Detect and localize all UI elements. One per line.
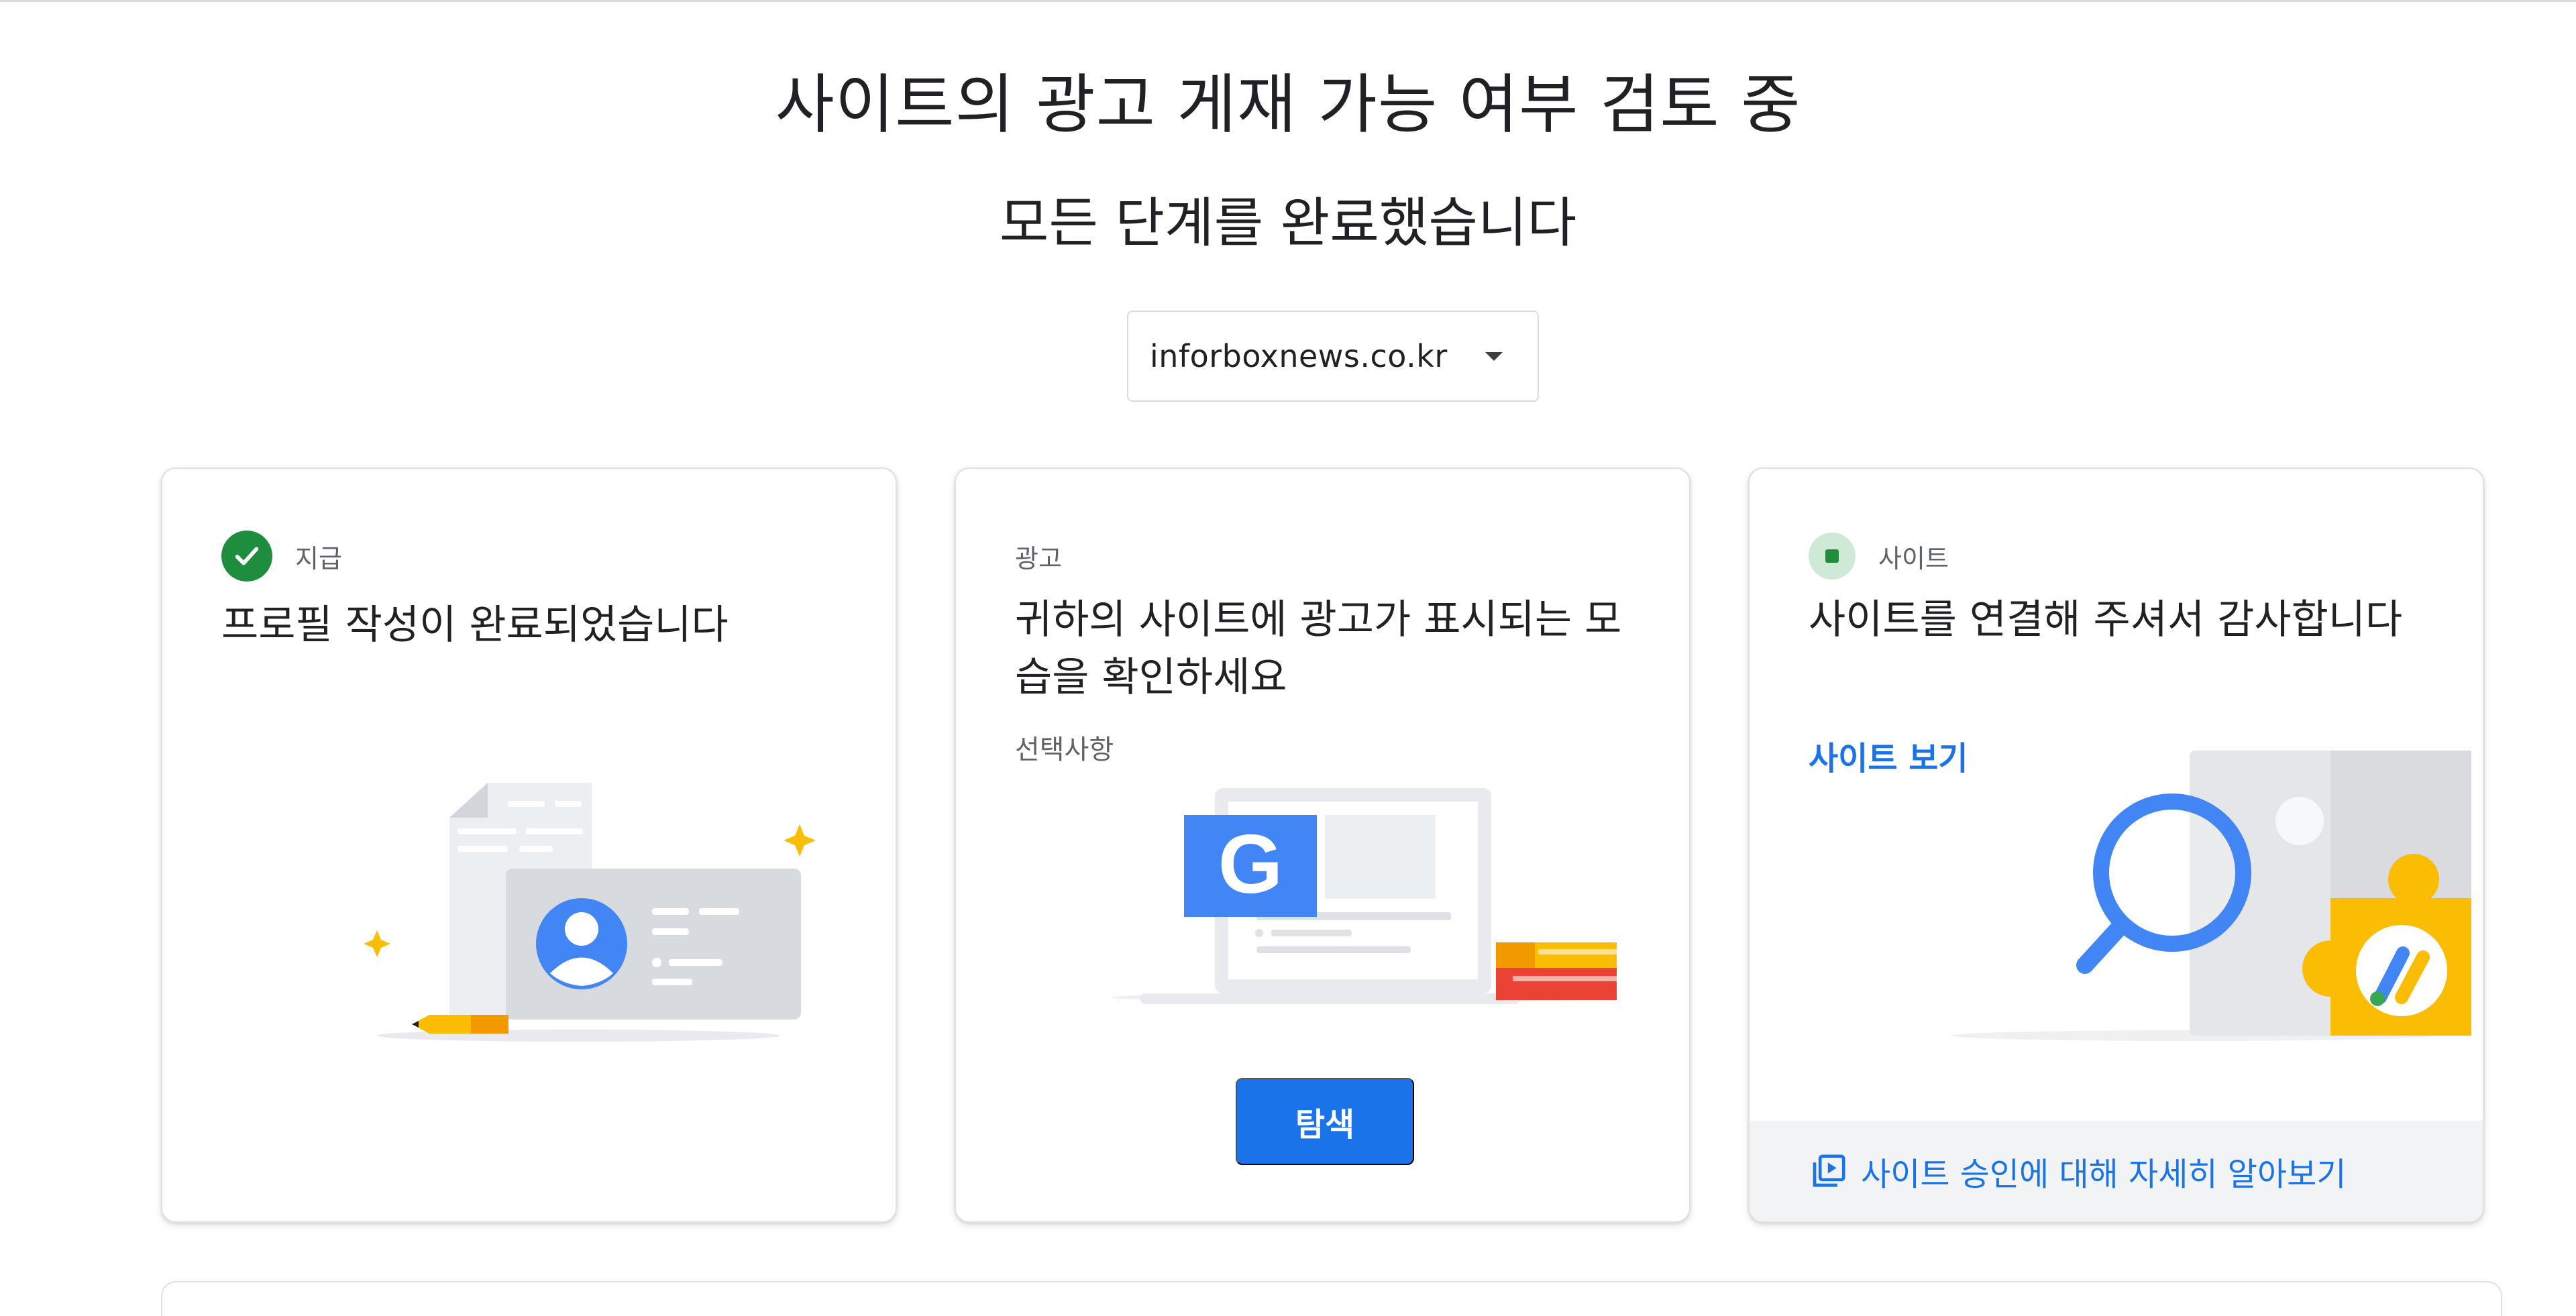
payment-category-row: 지급 <box>221 529 342 583</box>
profile-card-illustration <box>364 783 816 1042</box>
video-library-icon <box>1813 1154 1845 1187</box>
site-select-value: inforboxnews.co.kr <box>1150 338 1448 374</box>
svg-text:G: G <box>1218 818 1283 911</box>
site-card-title: 사이트를 연결해 주셔서 감사합니다 <box>1809 596 2403 643</box>
explore-button[interactable]: 탐색 <box>1236 1078 1414 1165</box>
ad-preview-illustration: G <box>1110 788 1620 1004</box>
payment-category-label: 지급 <box>295 543 342 573</box>
ads-category-row: 광고 <box>1015 529 1062 583</box>
site-card: 사이트 사이트를 연결해 주셔서 감사합니다 사이트 보기 사이트 승인에 대해… <box>1748 468 2484 1223</box>
ads-card: 광고 귀하의 사이트에 광고가 표시되는 모습을 확인하세요 선택사항 G 탐색 <box>955 468 1690 1223</box>
site-category-label: 사이트 <box>1878 543 1949 573</box>
optional-label: 선택사항 <box>1015 734 1114 765</box>
site-status-icon <box>1809 533 1856 580</box>
site-review-illustration <box>1951 751 2471 1041</box>
ads-card-title: 귀하의 사이트에 광고가 표시되는 모습을 확인하세요 <box>1015 596 1622 701</box>
caret-down-icon <box>1485 352 1503 361</box>
check-circle-icon <box>221 531 272 582</box>
learn-more-link: 사이트 승인에 대해 자세히 알아보기 <box>1861 1156 2347 1193</box>
page-subtitle: 모든 단계를 완료했습니다 <box>999 192 1577 254</box>
payment-card: 지급 프로필 작성이 완료되었습니다 <box>161 468 897 1223</box>
payment-card-title: 프로필 작성이 완료되었습니다 <box>221 602 729 649</box>
ads-category-label: 광고 <box>1015 543 1062 573</box>
learn-more-footer[interactable]: 사이트 승인에 대해 자세히 알아보기 <box>1750 1121 2483 1221</box>
top-divider <box>0 0 2576 2</box>
site-category-row: 사이트 <box>1809 529 1949 583</box>
site-select-dropdown[interactable]: inforboxnews.co.kr <box>1127 311 1539 402</box>
next-section-card <box>161 1281 2502 1316</box>
page-title: 사이트의 광고 게재 가능 여부 검토 중 <box>775 67 1801 142</box>
